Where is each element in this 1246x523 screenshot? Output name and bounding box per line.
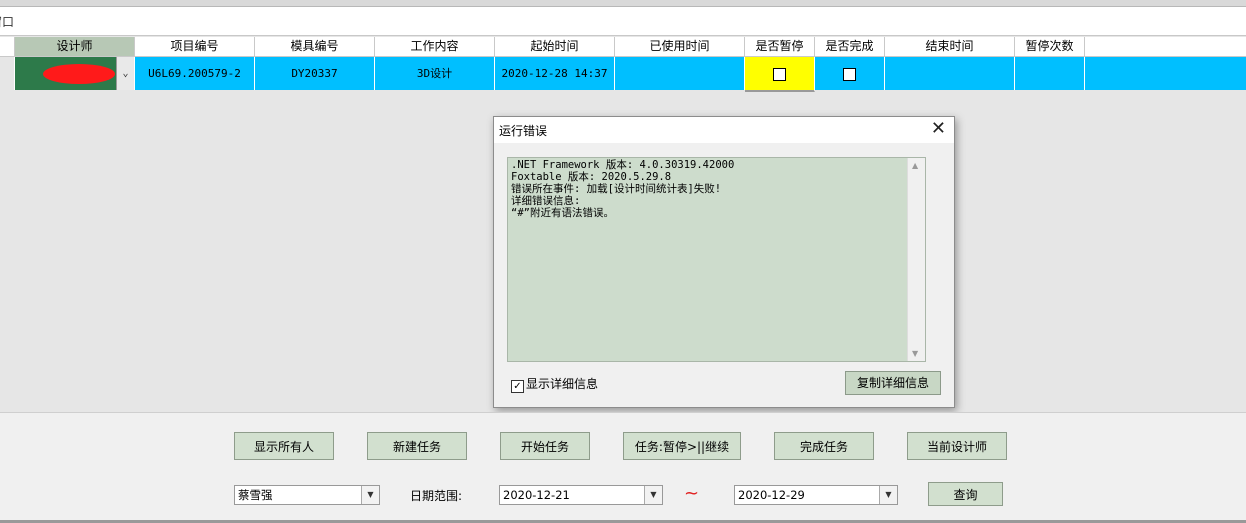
vertical-scrollbar[interactable]: ▲ ▼ bbox=[907, 158, 925, 361]
current-designer-button[interactable]: 当前设计师 bbox=[907, 432, 1007, 460]
scroll-down-icon[interactable]: ▼ bbox=[912, 349, 918, 358]
date-from-picker[interactable]: 2020-12-21 ▼ bbox=[499, 485, 663, 505]
copy-details-button[interactable]: 复制详细信息 bbox=[845, 371, 941, 395]
error-message-text: .NET Framework 版本: 4.0.30319.42000 Foxta… bbox=[511, 159, 906, 219]
new-task-button[interactable]: 新建任务 bbox=[367, 432, 467, 460]
dropdown-arrow-icon[interactable]: ▼ bbox=[644, 486, 662, 504]
dialog-title: 运行错误 bbox=[499, 124, 548, 138]
error-line: “#”附近有语法错误。 bbox=[511, 207, 614, 219]
cell-pause-count[interactable] bbox=[1015, 57, 1085, 90]
column-header-end-time[interactable]: 结束时间 bbox=[885, 37, 1015, 57]
scroll-up-icon[interactable]: ▲ bbox=[912, 161, 918, 170]
show-details-checkbox[interactable]: ✓ 显示详细信息 bbox=[511, 375, 598, 393]
date-from-value: 2020-12-21 bbox=[503, 488, 570, 502]
title-bar: 窗口 bbox=[0, 7, 1246, 36]
redaction-mark bbox=[43, 64, 115, 84]
column-header-used-time[interactable]: 已使用时间 bbox=[615, 37, 745, 57]
error-line: 错误所在事件: 加载[设计时间统计表]失败! bbox=[511, 183, 722, 195]
start-task-button[interactable]: 开始任务 bbox=[500, 432, 590, 460]
cell-start-time[interactable]: 2020-12-28 14:37 bbox=[495, 57, 615, 90]
error-dialog: 运行错误 ✕ .NET Framework 版本: 4.0.30319.4200… bbox=[493, 116, 955, 408]
pause-resume-button[interactable]: 任务:暂停>||继续 bbox=[623, 432, 741, 460]
cell-done[interactable] bbox=[815, 57, 885, 90]
column-header-start-time[interactable]: 起始时间 bbox=[495, 37, 615, 57]
column-header-filler bbox=[1085, 37, 1246, 57]
column-header-done[interactable]: 是否完成 bbox=[815, 37, 885, 57]
column-header-designer[interactable]: 设计师 bbox=[15, 37, 135, 57]
cell-mold-no[interactable]: DY20337 bbox=[255, 57, 375, 90]
error-line: .NET Framework 版本: 4.0.30319.42000 bbox=[511, 159, 735, 171]
designer-select[interactable]: 蔡雪强 ▼ bbox=[234, 485, 380, 505]
chevron-down-icon[interactable]: ⌄ bbox=[116, 57, 134, 90]
done-checkbox[interactable] bbox=[843, 67, 856, 81]
date-to-picker[interactable]: 2020-12-29 ▼ bbox=[734, 485, 898, 505]
column-header-paused[interactable]: 是否暂停 bbox=[745, 37, 815, 57]
query-button[interactable]: 查询 bbox=[928, 482, 1003, 506]
error-line: 详细错误信息: bbox=[511, 195, 581, 207]
range-separator: ~ bbox=[684, 483, 700, 504]
show-details-label: 显示详细信息 bbox=[526, 377, 599, 391]
designer-select-value: 蔡雪强 bbox=[238, 488, 273, 502]
bottom-toolbar: 显示所有人 新建任务 开始任务 任务:暂停>||继续 完成任务 当前设计师 蔡雪… bbox=[0, 412, 1246, 523]
show-all-button[interactable]: 显示所有人 bbox=[234, 432, 334, 460]
cell-designer[interactable]: ⌄ bbox=[15, 57, 135, 90]
cell-end-time[interactable] bbox=[885, 57, 1015, 90]
column-header-work[interactable]: 工作内容 bbox=[375, 37, 495, 57]
date-range-label: 日期范围: bbox=[410, 489, 463, 503]
cell-work[interactable]: 3D设计 bbox=[375, 57, 495, 90]
column-header-pause-count[interactable]: 暂停次数 bbox=[1015, 37, 1085, 57]
dialog-title-bar: 运行错误 ✕ bbox=[494, 117, 954, 143]
cell-used-time[interactable] bbox=[615, 57, 745, 90]
top-border bbox=[0, 0, 1246, 7]
cell-project-no[interactable]: U6L69.200579-2 bbox=[135, 57, 255, 90]
dropdown-arrow-icon[interactable]: ▼ bbox=[361, 486, 379, 504]
dropdown-arrow-icon[interactable]: ▼ bbox=[879, 486, 897, 504]
row-selector[interactable] bbox=[0, 57, 15, 90]
column-header-project-no[interactable]: 项目编号 bbox=[135, 37, 255, 57]
column-header-mold-no[interactable]: 模具编号 bbox=[255, 37, 375, 57]
close-icon[interactable]: ✕ bbox=[931, 118, 946, 140]
window-title: 窗口 bbox=[0, 15, 15, 29]
error-message-box[interactable]: .NET Framework 版本: 4.0.30319.42000 Foxta… bbox=[507, 157, 926, 362]
cell-filler bbox=[1085, 57, 1246, 90]
row-header-column bbox=[0, 37, 15, 57]
cell-paused[interactable] bbox=[745, 57, 815, 92]
data-grid: 设计师 项目编号 模具编号 工作内容 起始时间 已使用时间 是否暂停 是否完成 … bbox=[0, 37, 1246, 92]
paused-checkbox[interactable] bbox=[773, 67, 786, 81]
error-line: Foxtable 版本: 2020.5.29.8 bbox=[511, 171, 672, 183]
checkmark-icon: ✓ bbox=[511, 380, 524, 393]
date-to-value: 2020-12-29 bbox=[738, 488, 805, 502]
complete-task-button[interactable]: 完成任务 bbox=[774, 432, 874, 460]
